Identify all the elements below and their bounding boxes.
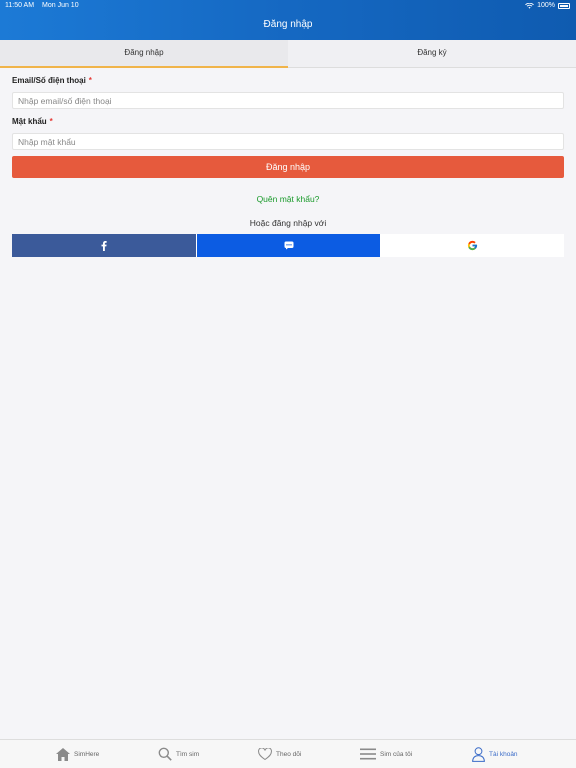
password-input[interactable] — [12, 133, 564, 150]
tabbar-item-simhere[interactable]: SimHere — [56, 745, 99, 763]
tabbar-item-search[interactable]: Tìm sim — [158, 745, 199, 763]
email-label: Email/Số điện thoại * — [12, 76, 564, 88]
home-icon — [56, 747, 70, 761]
page-title: Đăng nhập — [263, 19, 313, 30]
status-time: 11:50 AM — [5, 2, 35, 9]
zalo-icon — [284, 241, 293, 250]
bottom-tab-bar: SimHere Tìm sim Theo dõi Sim của tôi Tài… — [0, 739, 576, 768]
google-login-button[interactable] — [380, 234, 565, 257]
google-icon — [467, 240, 477, 251]
password-label: Mật khẩu * — [12, 117, 564, 129]
tabbar-label: Tài khoản — [489, 750, 518, 758]
social-login-row — [12, 234, 565, 257]
heart-icon — [258, 748, 272, 760]
battery-percent: 100% — [537, 2, 555, 9]
login-form: Email/Số điện thoại* Mật khẩu* — [12, 76, 564, 150]
facebook-login-button[interactable] — [12, 234, 197, 257]
search-icon — [158, 747, 172, 761]
email-input[interactable] — [12, 92, 564, 109]
tabbar-item-account[interactable]: Tài khoản — [472, 745, 518, 763]
tab-login[interactable]: Đăng nhập — [0, 40, 288, 68]
tabbar-item-my-sim[interactable]: Sim của tôi — [360, 745, 412, 763]
status-date: Mon Jun 10 — [42, 2, 79, 9]
list-icon — [360, 748, 376, 760]
forgot-password-link[interactable]: Quên mật khẩu? — [0, 194, 576, 204]
password-label-text: Mật khẩu — [12, 117, 47, 126]
auth-tabs: Đăng nhập Đăng ký — [0, 40, 576, 68]
login-button[interactable]: Đăng nhập — [12, 156, 564, 178]
tabbar-label: Tìm sim — [176, 750, 200, 758]
facebook-icon — [101, 240, 107, 251]
social-login-caption: Hoặc đăng nhập với — [249, 218, 327, 228]
zalo-login-button[interactable] — [196, 234, 381, 257]
tabbar-item-follow[interactable]: Theo dõi — [258, 745, 301, 763]
tabbar-label: Theo dõi — [276, 750, 302, 758]
status-bar: 11:50 AM Mon Jun 10 100% — [0, 2, 576, 12]
user-icon — [472, 746, 485, 762]
tabbar-label: SimHere — [74, 750, 100, 758]
header: 11:50 AM Mon Jun 10 100% Đăng nhập — [0, 0, 576, 40]
tabbar-label: Sim của tôi — [380, 750, 413, 758]
wifi-icon — [525, 2, 534, 9]
tab-register[interactable]: Đăng ký — [288, 40, 576, 68]
email-label-text: Email/Số điện thoại — [12, 76, 86, 85]
required-mark: * — [88, 76, 92, 85]
battery-icon — [558, 2, 570, 9]
required-mark: * — [49, 117, 53, 126]
